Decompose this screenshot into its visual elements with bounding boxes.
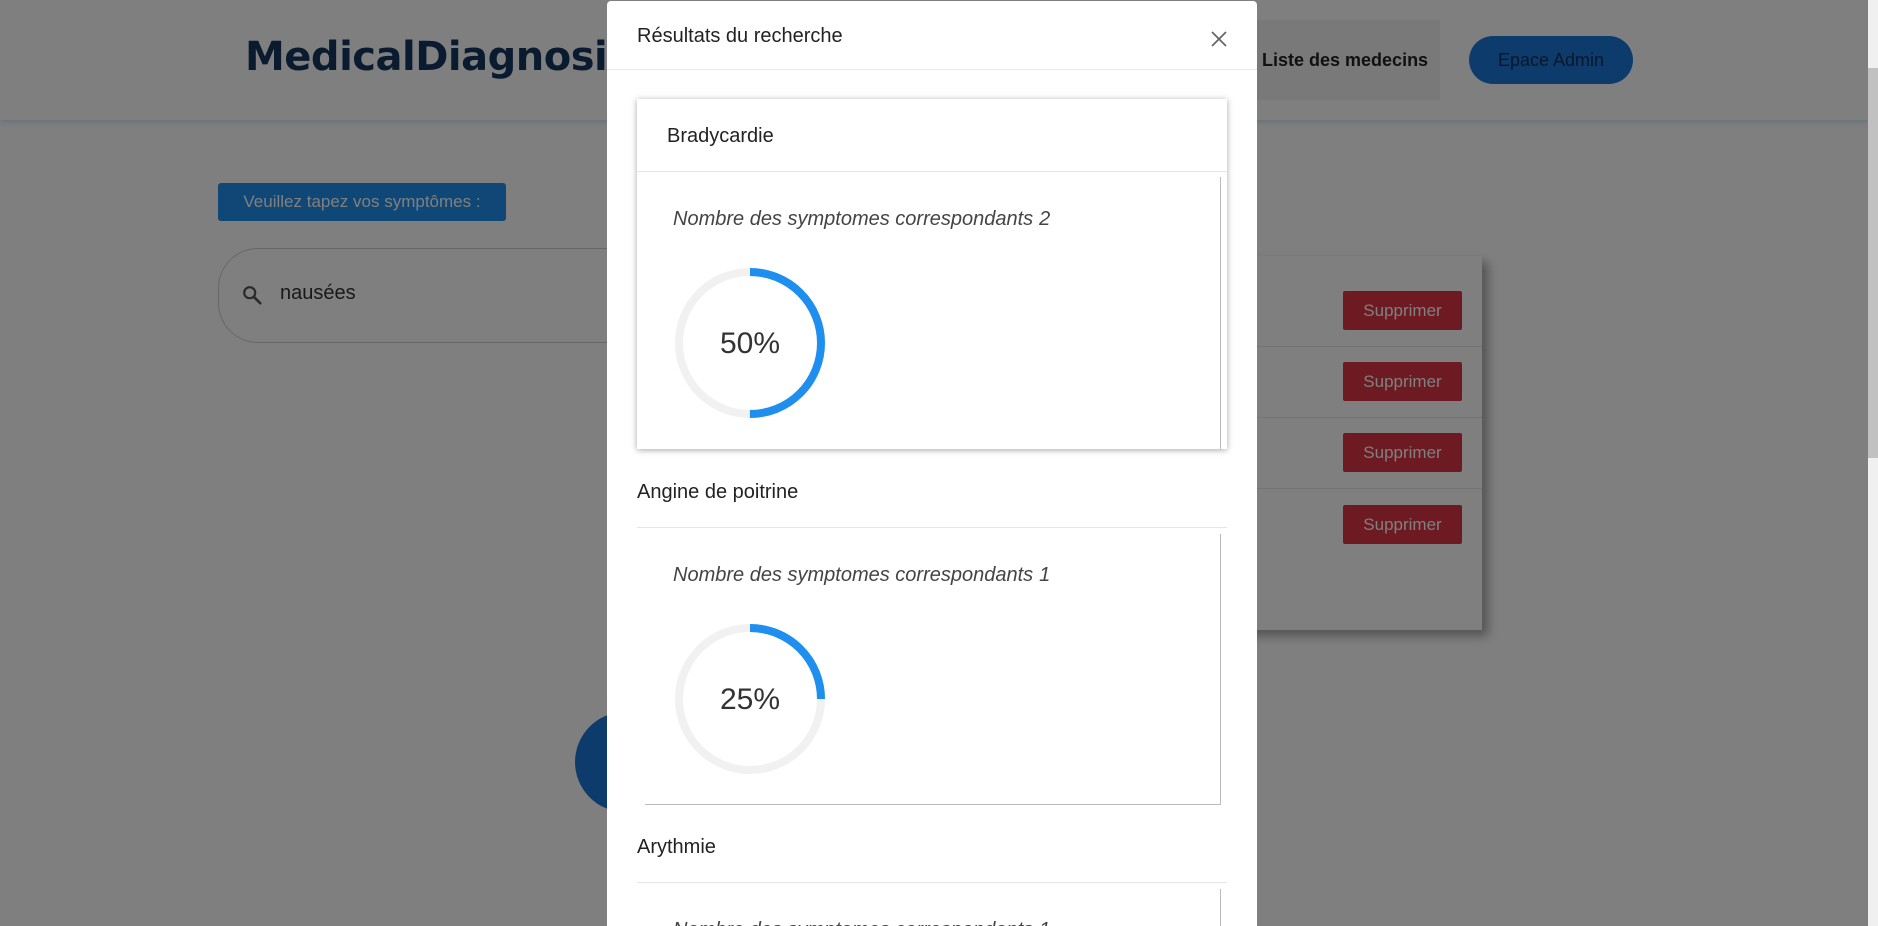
result-divider bbox=[637, 527, 1227, 528]
match-percentage-label: 25% bbox=[719, 683, 781, 716]
matching-symptoms-count: Nombre des symptomes correspondants1 bbox=[673, 564, 1051, 586]
match-percentage-label: 50% bbox=[719, 327, 781, 360]
result-body-border bbox=[1220, 889, 1221, 926]
matching-symptoms-count: Nombre des symptomes correspondants1 bbox=[673, 919, 1050, 926]
result-bottom-border bbox=[645, 804, 1221, 805]
result-disease-name: Angine de poitrine bbox=[637, 481, 799, 503]
modal-header: Résultats du recherche bbox=[607, 1, 1257, 70]
close-icon[interactable] bbox=[1209, 29, 1229, 49]
results-modal: Résultats du recherche Bradycardie Nombr… bbox=[607, 1, 1257, 926]
matching-symptoms-count: Nombre des symptomes correspondants 2 bbox=[673, 208, 1051, 230]
modal-title: Résultats du recherche bbox=[637, 25, 843, 47]
scrollbar-thumb[interactable] bbox=[1868, 68, 1878, 458]
result-body-border bbox=[1220, 177, 1221, 449]
result-disease-name: Arythmie bbox=[637, 836, 716, 858]
result-divider bbox=[637, 171, 1227, 172]
result-body-border bbox=[1220, 534, 1221, 805]
result-divider bbox=[637, 882, 1227, 883]
result-disease-name: Bradycardie bbox=[667, 125, 774, 147]
